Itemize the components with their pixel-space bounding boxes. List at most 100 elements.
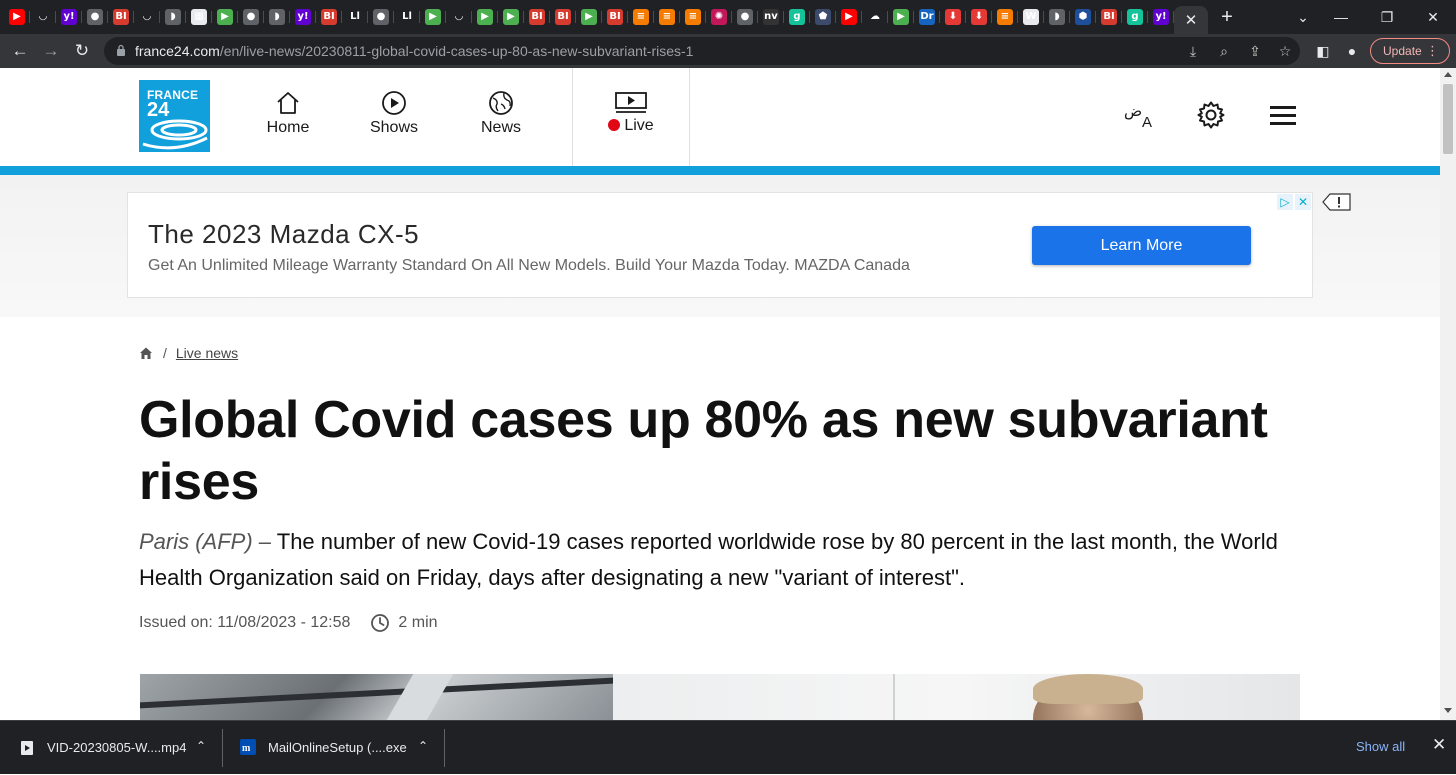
browser-tab[interactable]: y! <box>290 6 316 28</box>
browser-tab[interactable]: ▶ <box>888 6 914 28</box>
scroll-down-arrow-icon[interactable] <box>1444 708 1452 713</box>
browser-tab[interactable]: ● <box>368 6 394 28</box>
maximize-icon[interactable]: ❐ <box>1364 0 1410 34</box>
learn-more-button[interactable]: Learn More <box>1032 226 1251 265</box>
close-shelf-icon[interactable]: ✕ <box>1432 735 1446 755</box>
browser-tab[interactable]: Dr <box>914 6 940 28</box>
browser-tab[interactable]: ✺ <box>706 6 732 28</box>
browser-tab[interactable]: BI <box>550 6 576 28</box>
nav-news[interactable]: News <box>456 90 546 137</box>
address-bar[interactable]: france24.com/en/live-news/20230811-globa… <box>104 37 1300 65</box>
browser-tab[interactable]: ▦ <box>186 6 212 28</box>
browser-tab[interactable]: ◗ <box>160 6 186 28</box>
browser-tab[interactable]: ◡ <box>134 6 160 28</box>
browser-tab[interactable]: ⬇ <box>966 6 992 28</box>
page-scrollbar[interactable] <box>1440 68 1456 720</box>
browser-tab[interactable]: ☁ <box>862 6 888 28</box>
browser-tab[interactable]: ● <box>238 6 264 28</box>
browser-tab[interactable]: BI <box>1096 6 1122 28</box>
grammarly-icon: g <box>789 9 805 25</box>
browser-tab[interactable]: ≡ <box>628 6 654 28</box>
forward-arrow-icon[interactable]: → <box>38 38 64 64</box>
browser-tab[interactable]: y! <box>1148 6 1174 28</box>
browser-tab[interactable]: ● <box>732 6 758 28</box>
browser-tab[interactable]: BI <box>108 6 134 28</box>
browser-tab[interactable]: ● <box>82 6 108 28</box>
back-arrow-icon[interactable]: ← <box>7 38 33 64</box>
download-item[interactable]: m MailOnlineSetup (....exe ⌃ <box>222 721 444 775</box>
browser-tab[interactable]: Ll <box>342 6 368 28</box>
issued-date: Issued on: 11/08/2023 - 12:58 <box>139 614 351 631</box>
breadcrumb-link-live-news[interactable]: Live news <box>176 345 238 361</box>
business-insider-icon: BI <box>555 9 571 25</box>
browser-tab[interactable]: ▶ <box>576 6 602 28</box>
side-panel-icon[interactable]: ◧ <box>1314 42 1332 60</box>
browser-tab[interactable]: ▶ <box>836 6 862 28</box>
browser-tab[interactable]: BI <box>602 6 628 28</box>
scroll-up-arrow-icon[interactable] <box>1444 72 1452 77</box>
browser-tab[interactable]: BI <box>524 6 550 28</box>
article-hero-image[interactable] <box>140 674 1300 720</box>
hamburger-menu-icon[interactable] <box>1268 104 1298 128</box>
browser-tab[interactable]: ◗ <box>1044 6 1070 28</box>
browser-tab[interactable]: ⬇ <box>940 6 966 28</box>
zoom-icon[interactable]: ⌕ <box>1215 42 1233 60</box>
window-close-icon[interactable]: ✕ <box>1410 0 1456 34</box>
lock-icon[interactable] <box>116 44 126 56</box>
browser-tab[interactable]: nv <box>758 6 784 28</box>
browser-tab[interactable]: ⬟ <box>810 6 836 28</box>
browser-tab[interactable]: ≡ <box>992 6 1018 28</box>
browser-tab[interactable]: ◡ <box>446 6 472 28</box>
tab-close-icon[interactable]: ✕ <box>1185 11 1198 29</box>
new-tab-plus-icon[interactable]: + <box>1212 6 1242 29</box>
install-app-icon[interactable]: ⤓ <box>1184 42 1202 60</box>
nav-home[interactable]: Home <box>243 90 333 137</box>
nav-shows[interactable]: Shows <box>349 90 439 137</box>
browser-tab[interactable]: ≡ <box>654 6 680 28</box>
ad-close-icon[interactable]: ✕ <box>1295 194 1311 210</box>
bookmark-icon: ≡ <box>685 9 701 25</box>
browser-tab[interactable]: g <box>1122 6 1148 28</box>
ad-title[interactable]: The 2023 Mazda CX-5 <box>148 219 419 250</box>
home-icon[interactable] <box>139 346 153 360</box>
chevron-up-icon[interactable]: ⌃ <box>418 739 428 753</box>
browser-tab[interactable]: W <box>1018 6 1044 28</box>
browser-tab[interactable]: Ll <box>394 6 420 28</box>
browser-tab[interactable]: ≡ <box>680 6 706 28</box>
browser-tab[interactable]: ◡ <box>30 6 56 28</box>
news-icon: nv <box>763 9 779 25</box>
nav-live[interactable]: Live <box>586 90 676 135</box>
browser-tab[interactable]: ▶ <box>212 6 238 28</box>
ad-banner[interactable]: The 2023 Mazda CX-5 Get An Unlimited Mil… <box>127 192 1313 298</box>
gear-icon[interactable] <box>1196 100 1226 130</box>
browser-tab[interactable]: ▶ <box>472 6 498 28</box>
download-item[interactable]: VID-20230805-W....mp4 ⌃ <box>0 721 222 775</box>
ad-subtitle[interactable]: Get An Unlimited Mileage Warranty Standa… <box>148 257 910 275</box>
ad-report-flag-icon[interactable] <box>1322 193 1352 211</box>
active-tab[interactable]: ✕ <box>1174 6 1208 34</box>
url-text[interactable]: france24.com/en/live-news/20230811-globa… <box>135 43 693 59</box>
browser-tab[interactable]: ▶ <box>420 6 446 28</box>
ad-choices[interactable]: ▷ ✕ <box>1275 194 1311 210</box>
show-all-downloads-button[interactable]: Show all <box>1356 739 1405 754</box>
browser-toolbar: ← → ↻ france24.com/en/live-news/20230811… <box>0 34 1456 68</box>
browser-tab[interactable]: ⬢ <box>1070 6 1096 28</box>
france24-logo[interactable]: FRANCE 24 <box>139 80 210 152</box>
browser-tab[interactable]: ◗ <box>264 6 290 28</box>
browser-tab[interactable]: ▶ <box>498 6 524 28</box>
reload-icon[interactable]: ↻ <box>69 38 95 64</box>
browser-tab[interactable]: BI <box>316 6 342 28</box>
browser-tab[interactable]: g <box>784 6 810 28</box>
language-switch-icon[interactable]: ض A <box>1123 102 1157 132</box>
bookmark-star-icon[interactable]: ☆ <box>1276 42 1294 60</box>
share-icon[interactable]: ⇪ <box>1246 42 1264 60</box>
browser-tab[interactable]: ▶ <box>4 6 30 28</box>
browser-tab[interactable]: y! <box>56 6 82 28</box>
ad-choices-icon[interactable]: ▷ <box>1277 194 1293 210</box>
minimize-icon[interactable]: — <box>1318 0 1364 34</box>
chevron-up-icon[interactable]: ⌃ <box>196 739 206 753</box>
update-button[interactable]: Update ⋮ <box>1370 38 1450 64</box>
profile-icon[interactable]: ● <box>1343 42 1361 60</box>
scrollbar-thumb[interactable] <box>1443 84 1453 154</box>
svg-text:A: A <box>1142 114 1152 131</box>
